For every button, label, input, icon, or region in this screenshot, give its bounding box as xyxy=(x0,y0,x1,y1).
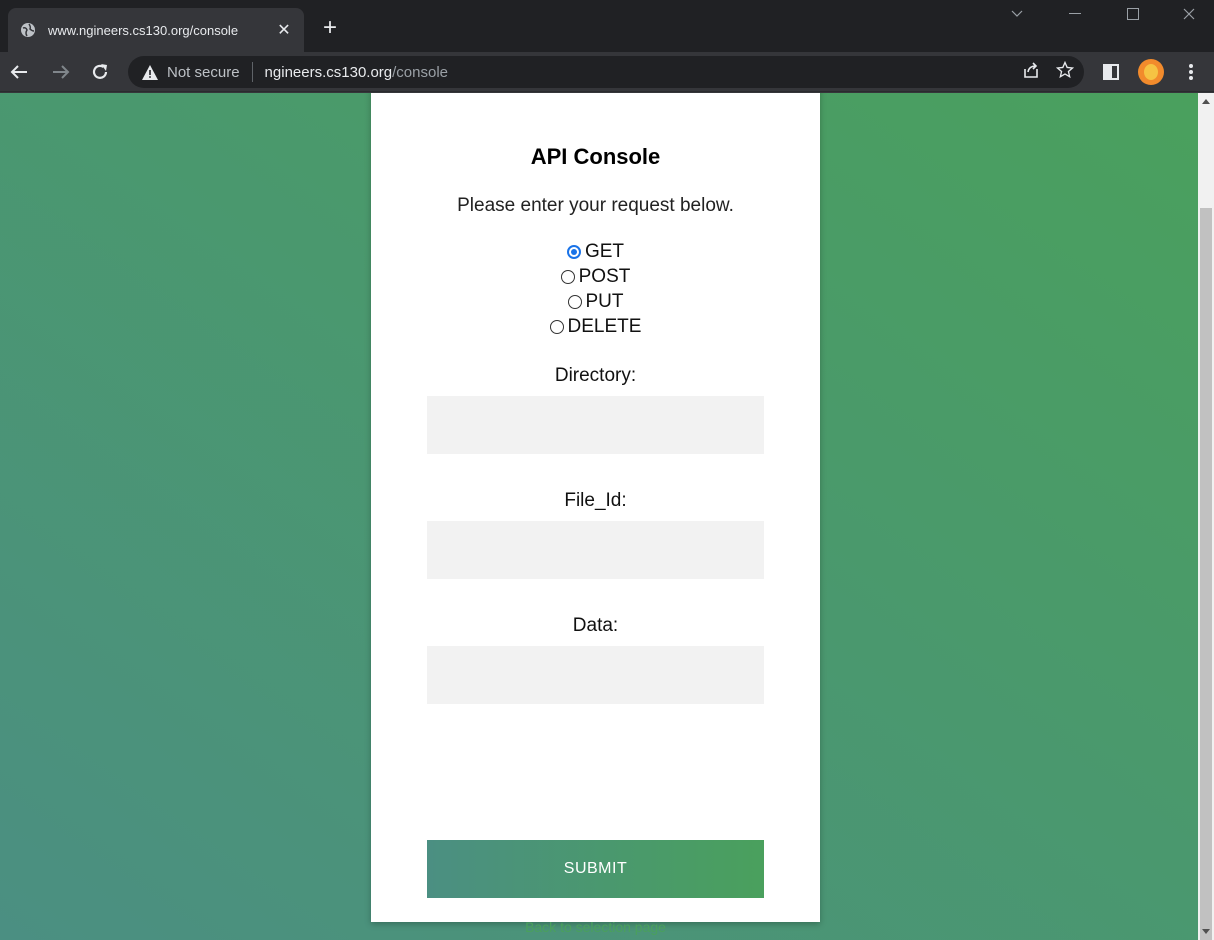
plus-icon: + xyxy=(322,14,337,41)
close-icon[interactable]: ✕ xyxy=(274,20,294,40)
page-title: API Console xyxy=(530,144,661,169)
url-host: ngineers.cs130.org xyxy=(264,63,393,81)
globe-icon xyxy=(20,22,36,38)
browser-tab[interactable]: www.ngineers.cs130.org/console ✕ xyxy=(8,8,304,52)
method-label: DELETE xyxy=(567,316,642,337)
url-path: /console xyxy=(392,63,449,81)
directory-field[interactable] xyxy=(427,396,764,454)
radio-get[interactable] xyxy=(566,245,581,259)
maximize-icon[interactable] xyxy=(1110,0,1156,28)
omnibox-actions xyxy=(1022,56,1075,88)
omnibox-divider xyxy=(251,62,253,82)
back-arrow-icon[interactable] xyxy=(4,57,34,87)
tab-title: www.ngineers.cs130.org/console xyxy=(48,22,239,38)
address-bar[interactable]: Not secure ngineers.cs130.org /console xyxy=(128,56,1084,88)
browser-titlebar: www.ngineers.cs130.org/console ✕ + xyxy=(0,0,1214,52)
window-close-icon[interactable] xyxy=(1166,0,1212,28)
page-subtitle: Please enter your request below. xyxy=(457,195,734,216)
data-label: Data: xyxy=(572,615,619,636)
radio-delete[interactable] xyxy=(549,320,564,334)
radio-post[interactable] xyxy=(560,270,575,284)
data-field[interactable] xyxy=(427,646,764,704)
share-icon[interactable] xyxy=(1022,61,1040,84)
browser-toolbar: Not secure ngineers.cs130.org /console xyxy=(0,52,1214,92)
radio-put[interactable] xyxy=(567,295,582,309)
warning-icon xyxy=(142,64,158,80)
method-label: PUT xyxy=(585,291,624,312)
scroll-down-arrow-icon[interactable] xyxy=(1198,923,1214,940)
minimize-icon[interactable] xyxy=(1052,0,1098,28)
method-option-delete[interactable]: DELETE xyxy=(371,316,820,338)
profile-avatar[interactable] xyxy=(1136,57,1166,87)
scroll-up-arrow-icon[interactable] xyxy=(1198,93,1214,110)
page-viewport: API Console Please enter your request be… xyxy=(0,93,1198,940)
scrollbar-thumb[interactable] xyxy=(1200,208,1212,940)
back-to-selection-link[interactable]: Back to selection page xyxy=(371,919,820,935)
directory-label: Directory: xyxy=(554,365,637,386)
api-console-card: API Console Please enter your request be… xyxy=(371,93,820,935)
kebab-menu-icon[interactable] xyxy=(1176,57,1206,87)
method-label: POST xyxy=(578,266,631,287)
vertical-scrollbar[interactable] xyxy=(1198,93,1214,940)
method-option-put[interactable]: PUT xyxy=(371,291,820,313)
reload-icon[interactable] xyxy=(85,57,115,87)
forward-arrow-icon[interactable] xyxy=(46,57,76,87)
file-id-label: File_Id: xyxy=(564,490,627,511)
method-option-post[interactable]: POST xyxy=(371,266,820,288)
chevron-down-icon[interactable] xyxy=(994,0,1040,28)
security-chip[interactable]: Not secure xyxy=(142,64,240,81)
security-label: Not secure xyxy=(167,63,240,81)
file-id-field[interactable] xyxy=(427,521,764,579)
method-option-get[interactable]: GET xyxy=(371,241,820,263)
star-icon[interactable] xyxy=(1055,60,1075,84)
new-tab-button[interactable]: + xyxy=(316,14,344,42)
method-label: GET xyxy=(584,241,625,262)
submit-button[interactable]: SUBMIT xyxy=(427,840,764,898)
side-panel-icon[interactable] xyxy=(1096,57,1126,87)
